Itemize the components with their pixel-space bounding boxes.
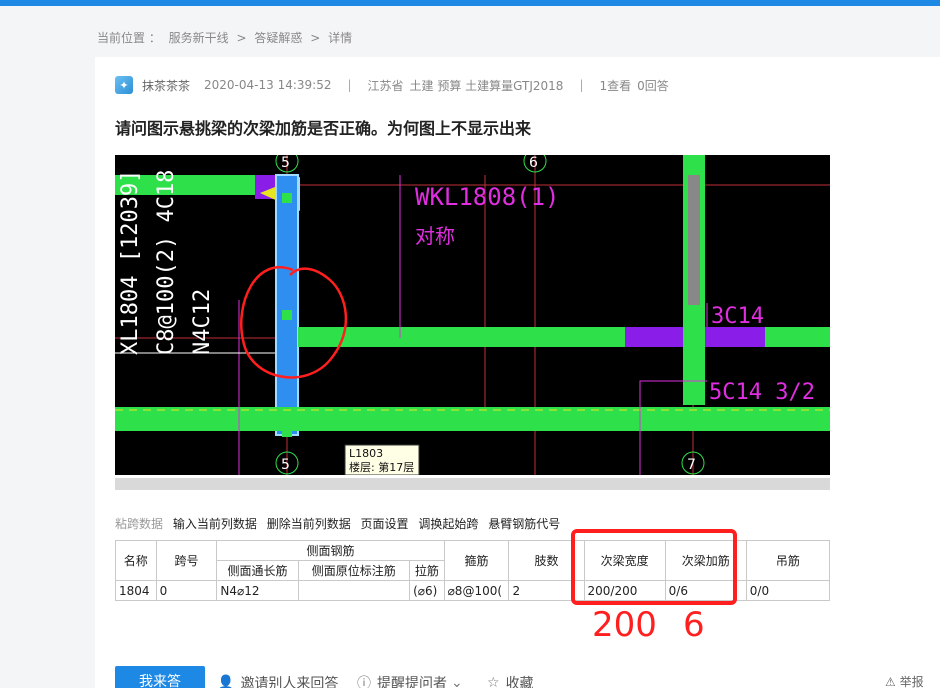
question-title: 请问图示悬挑梁的次梁加筋是否正确。为何图上不显示出来 [115, 119, 532, 138]
horizontal-scrollbar[interactable] [115, 478, 830, 490]
tooltip-line-1: L1803 [349, 447, 383, 460]
invite-label: 邀请别人来回答 [240, 676, 339, 688]
tooltip-line-2: 楼层: 第17层 [349, 460, 414, 474]
favorite-button[interactable]: ☆ 收藏 [487, 673, 534, 688]
wkl-label: WKL1808(1) [415, 183, 560, 211]
axis-label-top-5: 5 [281, 155, 290, 171]
header-stirrup: 箍筋 [443, 540, 510, 581]
meta-sep: | [347, 78, 352, 92]
favorite-label: 收藏 [505, 676, 534, 688]
warning-icon: ⚠ [885, 675, 896, 688]
answer-count: 0回答 [637, 78, 669, 93]
header-side-long: 侧面通长筋 [216, 560, 299, 581]
invite-button[interactable]: 👤 邀请别人来回答 [217, 673, 338, 688]
breadcrumb-item-detail: 详情 [328, 31, 353, 45]
star-icon: ☆ [487, 675, 500, 688]
remind-button[interactable]: ⓘ 提醒提问者 ⌄ [357, 673, 463, 688]
author-name[interactable]: 抹茶茶茶 [142, 77, 190, 94]
post-datetime: 2020-04-13 14:39:52 [204, 78, 332, 92]
cad-canvas: 5 6 5 7 XL1804 [12039] 2 C8@100(2) 4C18 … [115, 155, 830, 475]
question-card: ✦ 抹茶茶茶 2020-04-13 14:39:52 | 江苏省 土建 预算 土… [95, 57, 940, 688]
beam-right-gray [688, 175, 700, 305]
answer-button[interactable]: 我来答 [115, 666, 205, 688]
toolbar-item-delete-column[interactable]: 删除当前列数据 [267, 517, 351, 531]
info-icon: ⓘ [357, 676, 371, 688]
breadcrumb-sep: > [236, 31, 247, 45]
beam-label-2: C8@100(2) 4C18 [154, 170, 179, 355]
node-marker [282, 310, 292, 320]
toolbar-item-paste[interactable]: 粘跨数据 [115, 517, 163, 531]
post-tags: 土建 预算 土建算量GTJ2018 [409, 78, 564, 93]
cell-side-orig[interactable] [297, 580, 411, 601]
cell-side-long[interactable]: N4⌀12 [216, 580, 299, 601]
wkl-sub-label: 对称 [415, 224, 455, 248]
meta-sep: | [579, 78, 584, 92]
post-region: 江苏省 [367, 78, 404, 93]
cell-stirrup[interactable]: ⌀8@100( [443, 580, 510, 601]
remind-label: 提醒提问者 [377, 676, 447, 688]
cad-drawing: 5 6 5 7 XL1804 [12039] 2 C8@100(2) 4C18 … [115, 155, 830, 475]
post-meta: ✦ 抹茶茶茶 2020-04-13 14:39:52 | 江苏省 土建 预算 土… [115, 76, 669, 94]
node-marker [282, 193, 292, 203]
report-label: 举报 [899, 675, 924, 688]
annotation-number-width: 200 [592, 605, 657, 645]
chevron-down-icon: ⌄ [451, 675, 463, 688]
header-name: 名称 [115, 540, 157, 581]
toolbar-item-page-setup[interactable]: 页面设置 [361, 517, 409, 531]
toolbar-item-cantilever-code[interactable]: 悬臂钢筋代号 [488, 517, 560, 531]
breadcrumb: 当前位置 ： 服务新干线 > 答疑解惑 > 详情 [97, 29, 356, 46]
breadcrumb-item-qa[interactable]: 答疑解惑 [254, 31, 302, 45]
beam-blue-vertical [275, 174, 299, 436]
axis-label-bottom-5: 5 [281, 457, 290, 473]
cell-tie[interactable]: (⌀6) [409, 580, 445, 601]
rebar-label-1: 3C14 [711, 304, 764, 329]
axis-label-bottom-7: 7 [687, 457, 696, 473]
user-icon: 👤 [217, 675, 235, 688]
beam-bottom-green [115, 407, 830, 431]
annotation-number-add: 6 [683, 605, 705, 645]
report-button[interactable]: ⚠ 举报 [885, 673, 924, 688]
header-span: 跨号 [155, 540, 218, 581]
axis-label-top-6: 6 [529, 155, 538, 171]
cell-hanger[interactable]: 0/0 [745, 580, 830, 601]
avatar[interactable]: ✦ [115, 76, 133, 94]
top-accent-bar [0, 0, 940, 6]
cell-name[interactable]: 1804 [115, 580, 157, 601]
header-side-orig: 侧面原位标注筋 [297, 560, 411, 581]
rebar-label-2: 5C14 3/2 [709, 380, 815, 405]
red-box-annotation [571, 529, 737, 605]
cell-span[interactable]: 0 [155, 580, 218, 601]
header-hanger: 吊筋 [745, 540, 830, 581]
toolbar-item-input-column[interactable]: 输入当前列数据 [173, 517, 257, 531]
breadcrumb-sep: > [310, 31, 321, 45]
header-side: 侧面钢筋 [216, 540, 445, 561]
beam-label-1: XL1804 [12039] 2 [118, 155, 143, 355]
breadcrumb-prefix: 当前位置 ： [97, 31, 161, 45]
beam-label-3: N4C12 [190, 289, 215, 355]
view-count: 1查看 [599, 78, 632, 93]
header-tie: 拉筋 [409, 560, 445, 581]
toolbar-item-swap-span[interactable]: 调换起始跨 [418, 517, 478, 531]
breadcrumb-item-service[interactable]: 服务新干线 [169, 31, 229, 45]
